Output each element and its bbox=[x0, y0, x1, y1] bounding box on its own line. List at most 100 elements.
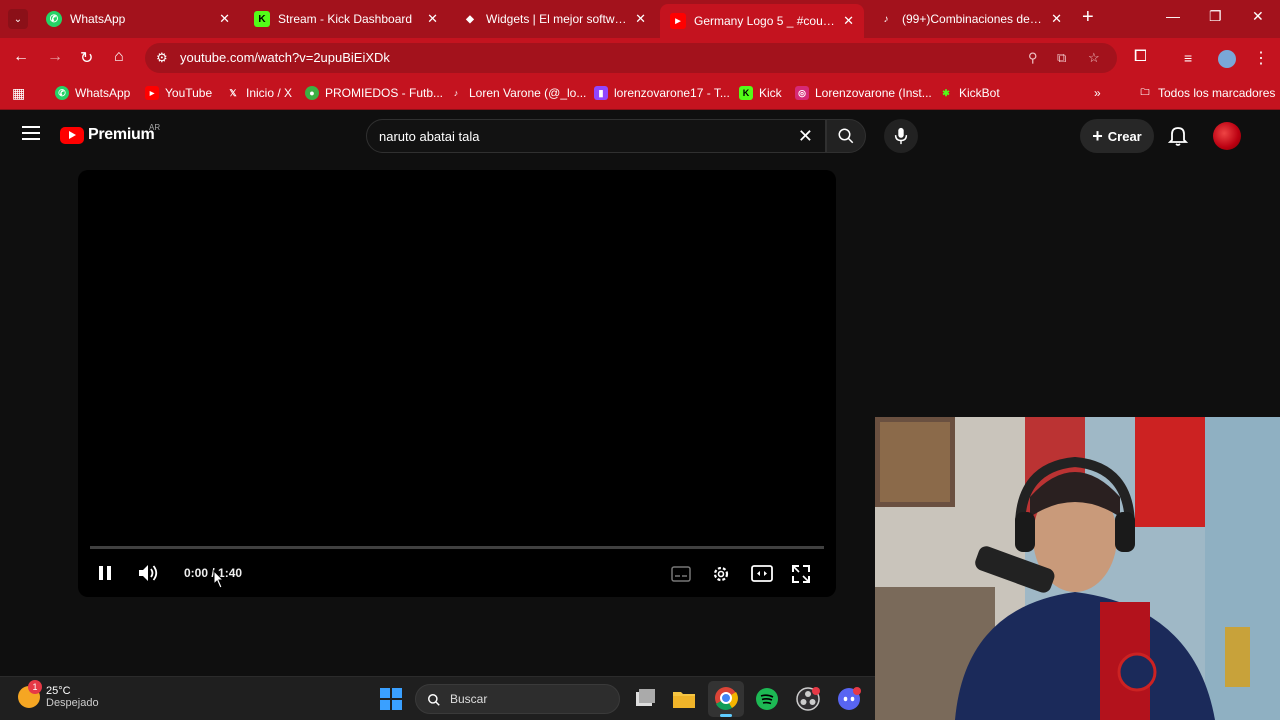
progress-bar[interactable] bbox=[90, 546, 824, 549]
home-button[interactable]: ⌂ bbox=[114, 48, 124, 66]
x-icon: 𝕏 bbox=[229, 87, 237, 98]
close-icon[interactable]: ✕ bbox=[635, 11, 646, 27]
webcam-overlay bbox=[875, 417, 1280, 720]
voice-search-button[interactable] bbox=[884, 119, 918, 153]
profile-avatar[interactable] bbox=[1218, 50, 1236, 68]
video-player[interactable]: 0:00 / 1:40 bbox=[78, 170, 836, 597]
windows-start-icon[interactable] bbox=[378, 686, 404, 712]
promiedos-icon: ● bbox=[305, 86, 319, 100]
settings-gear-icon[interactable] bbox=[711, 564, 731, 584]
tab-widgets[interactable]: ◆ Widgets | El mejor software ✕ bbox=[452, 4, 656, 34]
install-app-icon[interactable]: ⧉ bbox=[1057, 50, 1066, 66]
temperature: 25°C bbox=[46, 685, 71, 697]
whatsapp-icon: ✆ bbox=[55, 86, 69, 100]
widgets-icon: ◆ bbox=[466, 13, 474, 25]
bookmark-instagram[interactable]: ◎ Lorenzovarone (Inst... bbox=[795, 86, 932, 100]
new-tab-button[interactable]: + bbox=[1082, 6, 1094, 29]
mouse-cursor-icon bbox=[213, 570, 225, 589]
chevron-down-icon: ⌄ bbox=[13, 13, 23, 25]
tab-kick-dashboard[interactable]: K Stream - Kick Dashboard ✕ bbox=[244, 4, 448, 34]
bookmark-x[interactable]: 𝕏 Inicio / X bbox=[226, 86, 292, 100]
spotify-icon[interactable] bbox=[754, 686, 780, 712]
whatsapp-icon: ✆ bbox=[46, 11, 62, 27]
theater-mode-icon[interactable] bbox=[751, 565, 773, 582]
weather-widget[interactable]: 1 25°C Despejado bbox=[18, 680, 99, 709]
volume-icon[interactable] bbox=[138, 564, 160, 582]
close-window-button[interactable]: ✕ bbox=[1252, 8, 1264, 25]
search-input[interactable]: naruto abatai tala bbox=[379, 129, 479, 144]
kick-icon: K bbox=[254, 11, 270, 27]
webcam-image bbox=[875, 417, 1280, 720]
bookmark-whatsapp[interactable]: ✆ WhatsApp bbox=[55, 86, 130, 100]
site-info-icon[interactable]: ⚙ bbox=[156, 50, 168, 66]
youtube-icon: ▶ bbox=[145, 86, 159, 100]
kickbot-icon: ✱ bbox=[942, 87, 950, 98]
discord-icon[interactable] bbox=[836, 686, 862, 712]
bookmark-promiedos[interactable]: ● PROMIEDOS - Futb... bbox=[305, 86, 443, 100]
chrome-taskbar-button[interactable] bbox=[708, 681, 744, 717]
extensions-icon[interactable]: ⧠ bbox=[1134, 48, 1147, 66]
tab-whatsapp[interactable]: ✆ WhatsApp ✕ bbox=[36, 4, 240, 34]
close-icon[interactable]: ✕ bbox=[427, 11, 438, 27]
all-bookmarks[interactable]: 🗀 Todos los marcadores bbox=[1138, 86, 1275, 100]
file-explorer-icon[interactable] bbox=[671, 686, 697, 712]
zoom-icon[interactable]: ⚲ bbox=[1028, 50, 1038, 66]
back-button[interactable]: ← bbox=[13, 48, 29, 66]
close-icon[interactable]: ✕ bbox=[219, 11, 230, 27]
url-text[interactable]: youtube.com/watch?v=2upuBiEiXDk bbox=[180, 50, 390, 65]
bookmarks-bar: ▦ ✆ WhatsApp ▶ YouTube 𝕏 Inicio / X ● PROMIE… bbox=[0, 78, 1280, 110]
reload-button[interactable]: ↻ bbox=[80, 48, 93, 68]
tab-search-button[interactable]: ⌄ bbox=[8, 9, 28, 29]
weather-sun-icon: 1 bbox=[18, 680, 42, 708]
create-button[interactable]: + Crear bbox=[1080, 119, 1154, 153]
media-control-icon[interactable]: ≡ bbox=[1184, 50, 1192, 66]
taskbar: 1 25°C Despejado Buscar bbox=[0, 676, 875, 720]
bookmark-star-icon[interactable]: ☆ bbox=[1088, 50, 1100, 66]
close-icon[interactable]: ✕ bbox=[1051, 11, 1062, 27]
subtitles-icon[interactable] bbox=[671, 566, 691, 582]
tiktok-icon: ♪ bbox=[883, 13, 889, 25]
tab-tiktok[interactable]: ♪ (99+)Combinaciones de los ✕ bbox=[868, 4, 1072, 34]
tiktok-icon: ♪ bbox=[453, 88, 459, 98]
address-toolbar: ← → ↻ ⌂ ⚙ youtube.com/watch?v=2upuBiEiXD… bbox=[0, 38, 1280, 78]
bookmark-tiktok[interactable]: ♪ Loren Varone (@_lo... bbox=[449, 86, 587, 100]
bookmark-kick[interactable]: K Kick bbox=[739, 86, 782, 100]
avatar[interactable] bbox=[1213, 122, 1241, 150]
task-view-icon[interactable] bbox=[632, 686, 658, 712]
search-icon bbox=[428, 694, 440, 706]
youtube-logo[interactable]: Premium AR bbox=[60, 123, 160, 144]
taskbar-search[interactable]: Buscar bbox=[415, 684, 620, 714]
tab-germany-logo[interactable]: ▶ Germany Logo 5 _ #countryl ✕ bbox=[660, 4, 864, 38]
search-button[interactable] bbox=[826, 119, 866, 153]
chrome-icon bbox=[715, 687, 738, 710]
weather-badge: 1 bbox=[28, 680, 42, 694]
bookmark-youtube[interactable]: ▶ YouTube bbox=[145, 86, 212, 100]
instagram-icon: ◎ bbox=[795, 86, 809, 100]
folder-icon: 🗀 bbox=[1140, 87, 1150, 97]
youtube-icon: ▶ bbox=[670, 13, 686, 29]
apps-icon[interactable]: ▦ bbox=[12, 85, 25, 102]
search-icon bbox=[838, 128, 854, 144]
microphone-icon bbox=[894, 127, 908, 145]
obs-icon[interactable] bbox=[795, 686, 821, 712]
bookmark-kickbot[interactable]: ✱ KickBot bbox=[939, 86, 999, 100]
notifications-bell-icon[interactable] bbox=[1168, 125, 1188, 147]
fullscreen-icon[interactable] bbox=[792, 565, 810, 583]
tab-strip: ⌄ ✆ WhatsApp ✕ K Stream - Kick Dashboard… bbox=[0, 0, 1280, 38]
restore-button[interactable]: ❐ bbox=[1209, 8, 1222, 25]
close-icon[interactable]: ✕ bbox=[843, 13, 854, 29]
pause-button[interactable] bbox=[97, 565, 113, 581]
plus-icon: + bbox=[1092, 125, 1103, 146]
more-bookmarks-icon[interactable]: » bbox=[1094, 86, 1101, 100]
hamburger-menu-icon[interactable] bbox=[22, 126, 40, 140]
bookmark-twitch[interactable]: ▮ lorenzovarone17 - T... bbox=[594, 86, 730, 100]
forward-button[interactable]: → bbox=[47, 48, 63, 66]
twitch-icon: ▮ bbox=[594, 86, 608, 100]
clear-search-icon[interactable]: ✕ bbox=[798, 126, 813, 147]
active-indicator bbox=[720, 714, 732, 717]
youtube-play-icon bbox=[60, 126, 84, 144]
search-box[interactable]: naruto abatai tala ✕ bbox=[366, 119, 826, 153]
minimize-button[interactable]: — bbox=[1166, 8, 1180, 24]
menu-icon[interactable]: ⋮ bbox=[1253, 48, 1269, 68]
address-bar[interactable]: ⚙ youtube.com/watch?v=2upuBiEiXDk ⚲ ⧉ ☆ bbox=[145, 43, 1117, 73]
